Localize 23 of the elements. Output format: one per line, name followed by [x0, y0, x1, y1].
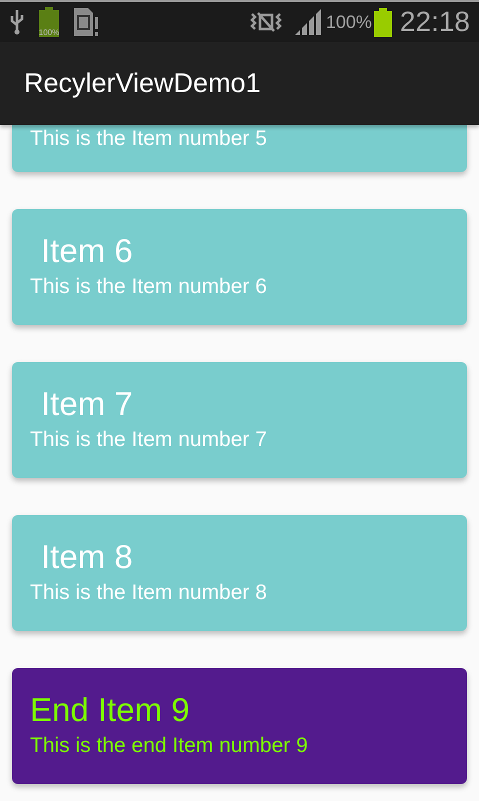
list-card[interactable]: Item 7 This is the Item number 7: [12, 362, 467, 478]
clock-time: 22:18: [400, 5, 470, 39]
item-subtitle: This is the end Item number 9: [29, 733, 309, 759]
list-card[interactable]: Item 6 This is the Item number 6: [12, 209, 467, 325]
battery-icon: 100%: [38, 7, 60, 37]
item-title: End Item 9: [29, 690, 191, 730]
list-card[interactable]: Item 8 This is the Item number 8: [12, 515, 467, 631]
item-subtitle: This is the Item number 7: [29, 427, 268, 453]
vibrate-off-icon: [250, 11, 282, 33]
battery-percent: 100%: [326, 10, 372, 34]
list-card[interactable]: This is the Item number 5: [12, 125, 467, 172]
app-title: RecylerViewDemo1: [24, 67, 261, 100]
item-subtitle: This is the Item number 6: [29, 274, 268, 300]
item-title: Item 6: [40, 231, 134, 271]
item-subtitle: This is the Item number 5: [29, 126, 268, 152]
item-title: Item 7: [40, 384, 134, 424]
item-title: Item 8: [40, 537, 134, 577]
battery-icon: [374, 8, 392, 36]
usb-icon: [9, 9, 25, 35]
sim-card-icon: [73, 7, 99, 37]
item-subtitle: This is the Item number 8: [29, 580, 268, 606]
list-card[interactable]: End Item 9 This is the end Item number 9: [12, 668, 467, 784]
signal-icon: [294, 9, 323, 35]
